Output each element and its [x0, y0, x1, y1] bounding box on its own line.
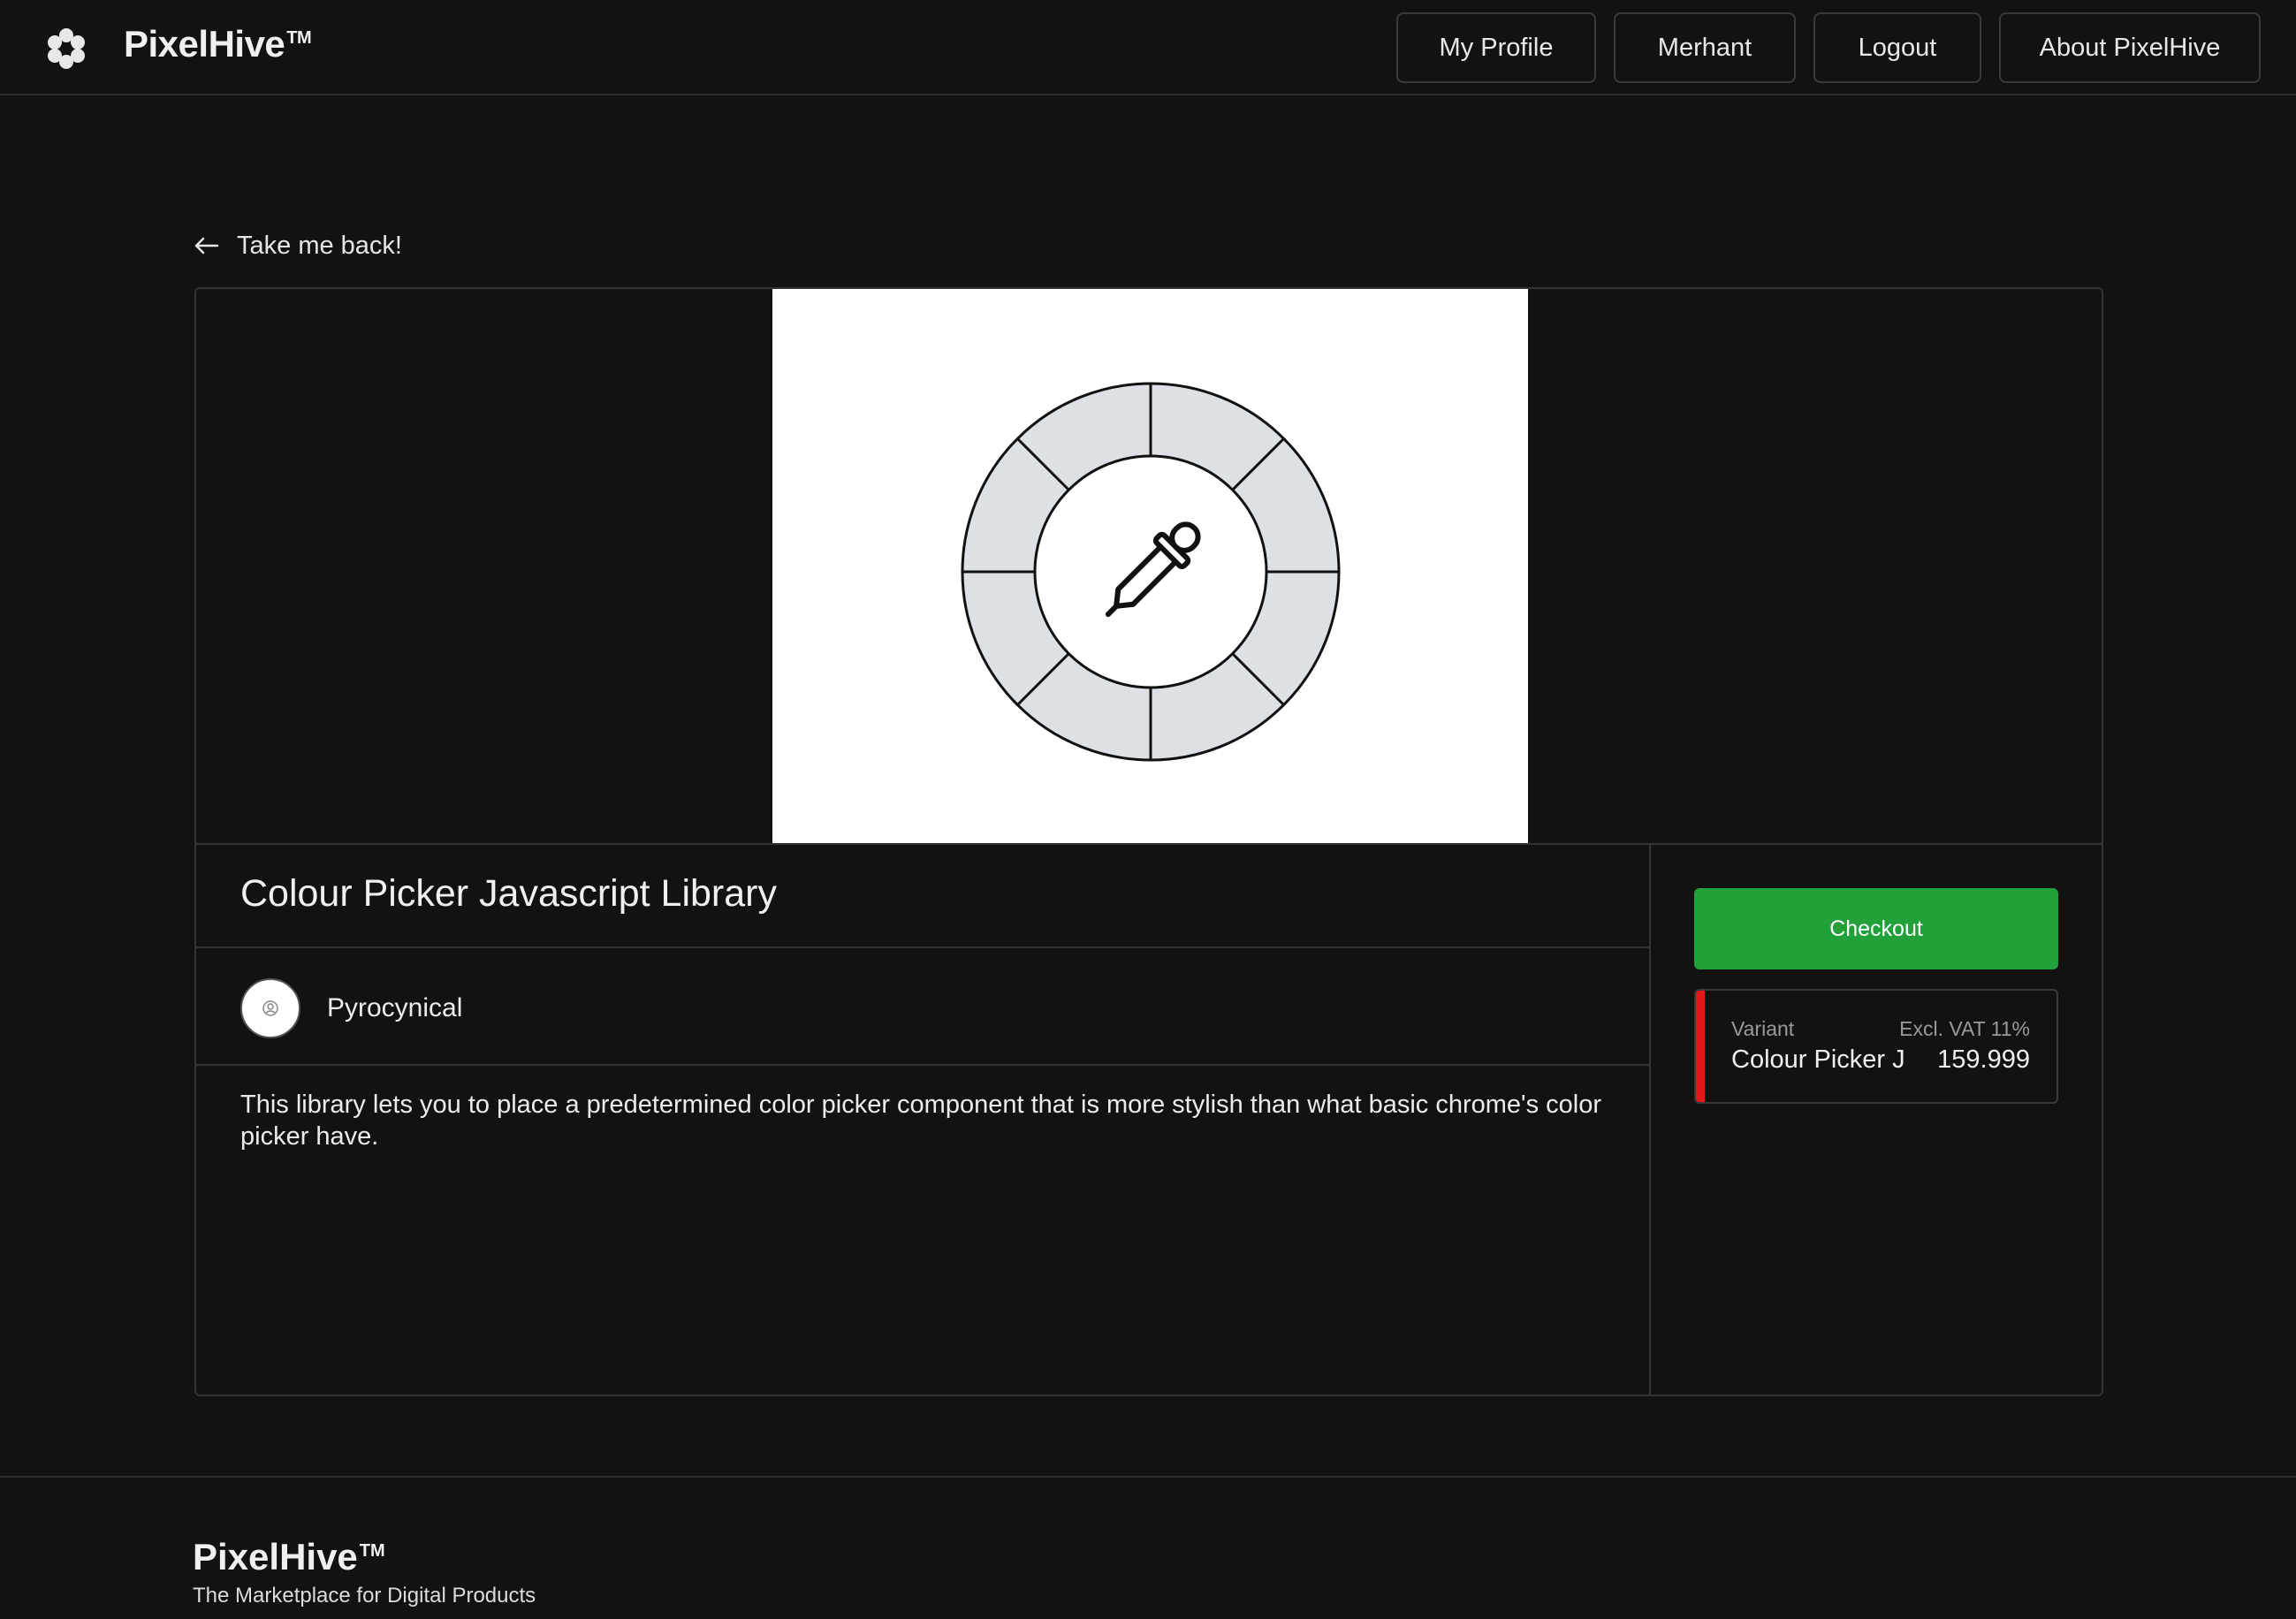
color-wheel-eyedropper-icon [961, 382, 1341, 762]
brand-logo-text[interactable]: PixelHive TM [124, 23, 312, 65]
back-link[interactable]: Take me back! [193, 228, 402, 263]
variant-card[interactable]: Variant Excl. VAT 11% Colour Picker J 15… [1694, 989, 2058, 1104]
nav-my-profile-button[interactable]: My Profile [1396, 12, 1596, 83]
variant-name: Colour Picker J [1731, 1045, 1905, 1074]
variant-label: Variant [1731, 1017, 1795, 1040]
vat-note: Excl. VAT 11% [1899, 1017, 2030, 1040]
product-title: Colour Picker Javascript Library [240, 872, 777, 915]
variant-price: 159.999 [1937, 1045, 2030, 1074]
checkout-button[interactable]: Checkout [1694, 888, 2058, 969]
column-divider [1649, 843, 1651, 1395]
section-divider [196, 843, 2102, 845]
footer: PixelHive TM The Marketplace for Digital … [0, 1476, 2296, 1619]
hive-logo-icon[interactable] [44, 27, 88, 71]
nav-about-button[interactable]: About PixelHive [1999, 12, 2261, 83]
user-icon [262, 1000, 278, 1016]
arrow-left-icon [194, 237, 219, 255]
nav-logout-button[interactable]: Logout [1813, 12, 1981, 83]
seller-avatar[interactable] [240, 978, 300, 1038]
product-card: Colour Picker Javascript Library Pyrocyn… [194, 287, 2103, 1396]
seller-name[interactable]: Pyrocynical [327, 993, 462, 1023]
product-description: This library lets you to place a predete… [240, 1091, 1602, 1151]
top-navigation-bar: PixelHive TM My Profile Merhant Logout Ab… [0, 0, 2296, 95]
product-image [772, 289, 1528, 843]
back-link-label[interactable]: Take me back! [237, 232, 402, 261]
variant-selected-indicator [1696, 991, 1705, 1102]
footer-brand: PixelHive TM [193, 1536, 385, 1577]
seller-info[interactable]: Pyrocynical [240, 977, 462, 1040]
nav-merchant-button[interactable]: Merhant [1614, 12, 1796, 83]
seller-divider [196, 1064, 1649, 1066]
footer-tagline: The Marketplace for Digital Products [193, 1584, 536, 1608]
title-divider [196, 946, 1649, 948]
